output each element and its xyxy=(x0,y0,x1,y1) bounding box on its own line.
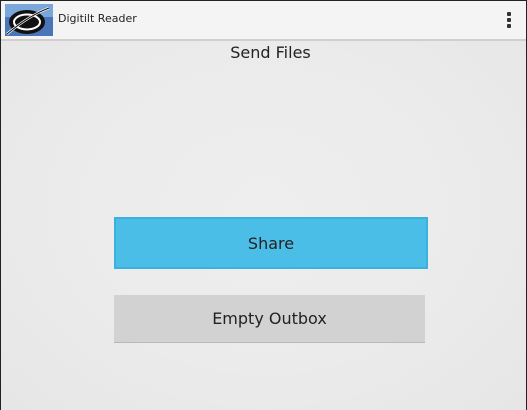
digitilt-logo-icon xyxy=(5,4,53,36)
app-window: Digitilt Reader Send Files Share Empty O… xyxy=(0,0,527,410)
overflow-menu-icon[interactable] xyxy=(499,7,519,33)
page-title: Send Files xyxy=(230,43,311,62)
share-button[interactable]: Share xyxy=(114,217,428,269)
empty-outbox-button[interactable]: Empty Outbox xyxy=(114,295,425,343)
action-bar: Digitilt Reader xyxy=(1,1,526,41)
app-title: Digitilt Reader xyxy=(58,12,137,25)
